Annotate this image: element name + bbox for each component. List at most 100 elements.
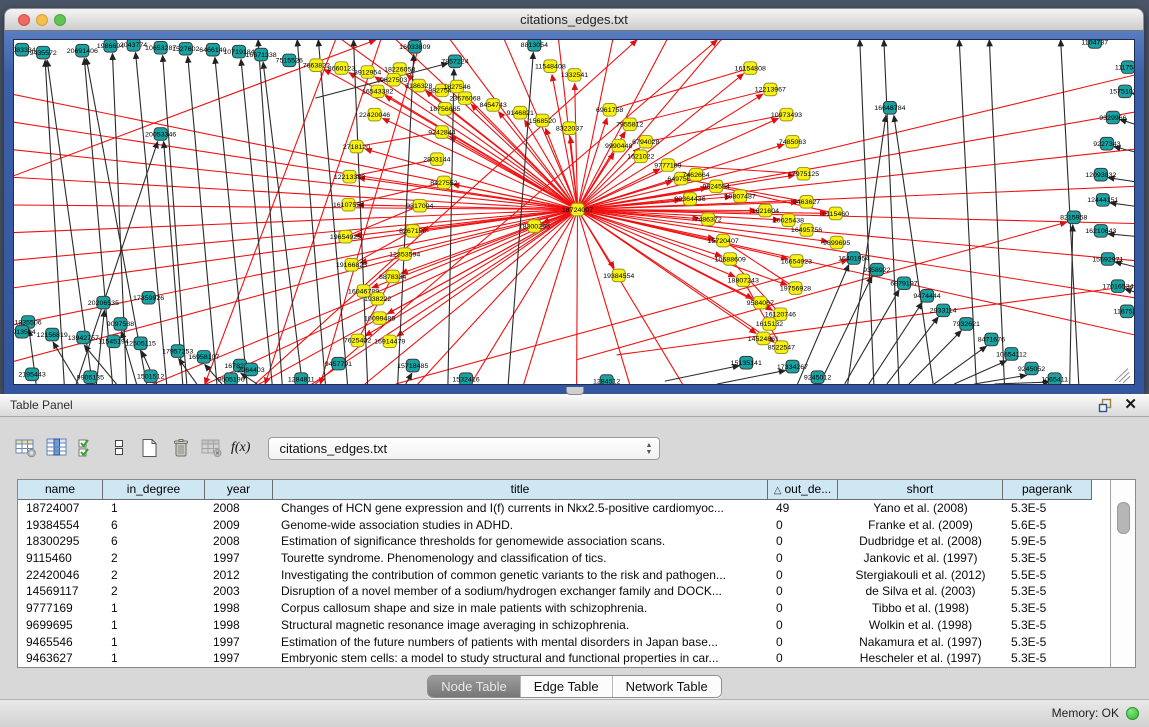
table-settings-icon[interactable] xyxy=(14,437,38,459)
resize-grip-icon[interactable] xyxy=(1119,372,1129,382)
node-label: 17016534 xyxy=(1102,284,1133,291)
node-label: 1615132 xyxy=(756,321,783,328)
minimize-window-button[interactable] xyxy=(36,14,48,26)
node-label: 17334267 xyxy=(777,364,808,371)
table-selector-dropdown[interactable]: citations_edges.txt ▲▼ xyxy=(268,437,660,460)
table-panel-header: Table Panel ✕ xyxy=(0,394,1149,417)
table-row[interactable]: 946554611997Estimation of the future num… xyxy=(18,634,1135,651)
table-row[interactable]: 969969511998Structural magnetic resonanc… xyxy=(18,617,1135,634)
node-label: 9463627 xyxy=(793,199,820,206)
pane-divider-handle[interactable] xyxy=(566,387,584,395)
scrollbar-thumb[interactable] xyxy=(1117,502,1130,534)
table-row[interactable]: 1872400712008Changes of HCN gene express… xyxy=(18,500,1135,517)
table-cell: Changes of HCN gene expression and I(f) … xyxy=(273,500,768,517)
delete-table-icon[interactable] xyxy=(169,437,193,459)
table-scrollbar[interactable] xyxy=(1110,480,1135,667)
tab-node-table[interactable]: Node Table xyxy=(428,676,521,697)
network-edge xyxy=(406,373,412,384)
table-cell: 0 xyxy=(768,617,838,634)
node-label: 7955812 xyxy=(616,122,643,129)
column-header-in_degree[interactable]: in_degree xyxy=(103,480,205,500)
network-edge xyxy=(578,147,1134,210)
table-row[interactable]: 1456911722003Disruption of a novel membe… xyxy=(18,583,1135,600)
node-label: 9605196 xyxy=(217,377,244,384)
tab-edge-table[interactable]: Edge Table xyxy=(521,676,613,697)
network-edge xyxy=(215,57,247,384)
node-label: 20691406 xyxy=(67,48,98,55)
table-row[interactable]: 1938455462009Genome-wide association stu… xyxy=(18,517,1135,534)
node-label: 16914479 xyxy=(374,339,405,346)
network-edge xyxy=(610,68,751,110)
node-label: 15135141 xyxy=(731,360,762,367)
column-header-name[interactable]: name xyxy=(18,480,103,500)
table-cell: 0 xyxy=(768,517,838,534)
node-label: 9474444 xyxy=(913,293,940,300)
node-label: 15718485 xyxy=(397,363,428,370)
new-table-icon[interactable] xyxy=(138,437,162,459)
table-cell: Estimation of significance thresholds fo… xyxy=(273,533,768,550)
node-label: 16154808 xyxy=(735,66,766,73)
column-header-short[interactable]: short xyxy=(838,480,1003,500)
node-label: 19756928 xyxy=(780,285,811,292)
dropdown-stepper-icon: ▲▼ xyxy=(646,442,653,456)
node-label: 7462664 xyxy=(682,172,709,179)
node-label: 2064403 xyxy=(237,367,264,374)
close-window-button[interactable] xyxy=(18,14,30,26)
column-visibility-icon[interactable] xyxy=(45,437,69,459)
node-label: 6794028 xyxy=(632,139,659,146)
memory-status-indicator xyxy=(1126,707,1139,720)
function-builder-icon[interactable]: f(x) xyxy=(231,440,250,456)
table-cell: 9699695 xyxy=(18,617,103,634)
node-label: 1104737 xyxy=(1081,40,1108,46)
node-label: 1167533 xyxy=(1114,309,1134,316)
table-row[interactable]: 911546021997Tourette syndrome. Phenomeno… xyxy=(18,550,1135,567)
node-label: 7663822 xyxy=(303,63,330,70)
close-panel-icon[interactable]: ✕ xyxy=(1124,394,1137,416)
table-cell: 5.3E-5 xyxy=(1003,500,1092,517)
node-label: 18807243 xyxy=(728,278,759,285)
table-cell: Hescheler et al. (1997) xyxy=(838,650,1003,667)
table-row[interactable]: 946362711997Embryonic stem cells: a mode… xyxy=(18,650,1135,667)
tab-network-table[interactable]: Network Table xyxy=(613,676,721,697)
table-row[interactable]: 1830029562008Estimation of significance … xyxy=(18,533,1135,550)
table-cell: 1997 xyxy=(205,550,273,567)
table-cell: Nakamura et al. (1997) xyxy=(838,634,1003,651)
column-header-pagerank[interactable]: pagerank xyxy=(1003,480,1092,500)
table-cell: 14569117 xyxy=(18,583,103,600)
table-cell: 5.9E-5 xyxy=(1003,533,1092,550)
node-label: 1284811 xyxy=(288,377,315,384)
table-cell: 5.5E-5 xyxy=(1003,567,1092,584)
network-edge xyxy=(14,205,578,210)
node-label: 6879197 xyxy=(890,281,917,288)
zoom-window-button[interactable] xyxy=(54,14,66,26)
network-edge xyxy=(471,104,577,209)
float-panel-icon[interactable] xyxy=(1098,398,1113,413)
node-label: 12093832 xyxy=(1085,172,1116,179)
column-header-out_de[interactable]: △out_de... xyxy=(768,480,838,500)
column-header-title[interactable]: title xyxy=(273,480,768,500)
node-label: 16210643 xyxy=(1085,228,1116,235)
node-label: 16543382 xyxy=(362,89,393,96)
network-graph[interactable]: 1083334943557220691406198669420437741065… xyxy=(14,40,1134,384)
node-label: 13942757 xyxy=(68,335,99,342)
node-label: 1501512 xyxy=(137,374,164,381)
node-label: 18756685 xyxy=(429,106,460,113)
row-height-icon[interactable] xyxy=(107,437,131,459)
network-edge xyxy=(14,118,578,210)
node-label: 16107554 xyxy=(333,202,364,209)
network-canvas[interactable]: 1083334943557220691406198669420437741065… xyxy=(13,39,1135,385)
table-row[interactable]: 977716911998Corpus callosum shape and si… xyxy=(18,600,1135,617)
node-label: 7857224 xyxy=(441,59,468,66)
node-label: 8215958 xyxy=(1060,215,1087,222)
table-cell: Wolkin et al. (1998) xyxy=(838,617,1003,634)
node-label: 8471676 xyxy=(978,337,1005,344)
table-cell: 1 xyxy=(103,650,205,667)
column-header-year[interactable]: year xyxy=(205,480,273,500)
table-cell: de Silva et al. (2003) xyxy=(838,583,1003,600)
window-titlebar[interactable]: citations_edges.txt xyxy=(4,8,1144,31)
network-edge xyxy=(959,40,976,384)
node-label: 7515526 xyxy=(276,58,303,65)
import-table-icon[interactable] xyxy=(200,437,224,459)
row-selection-icon[interactable] xyxy=(76,437,100,459)
table-row[interactable]: 2242004622012Investigating the contribut… xyxy=(18,567,1135,584)
